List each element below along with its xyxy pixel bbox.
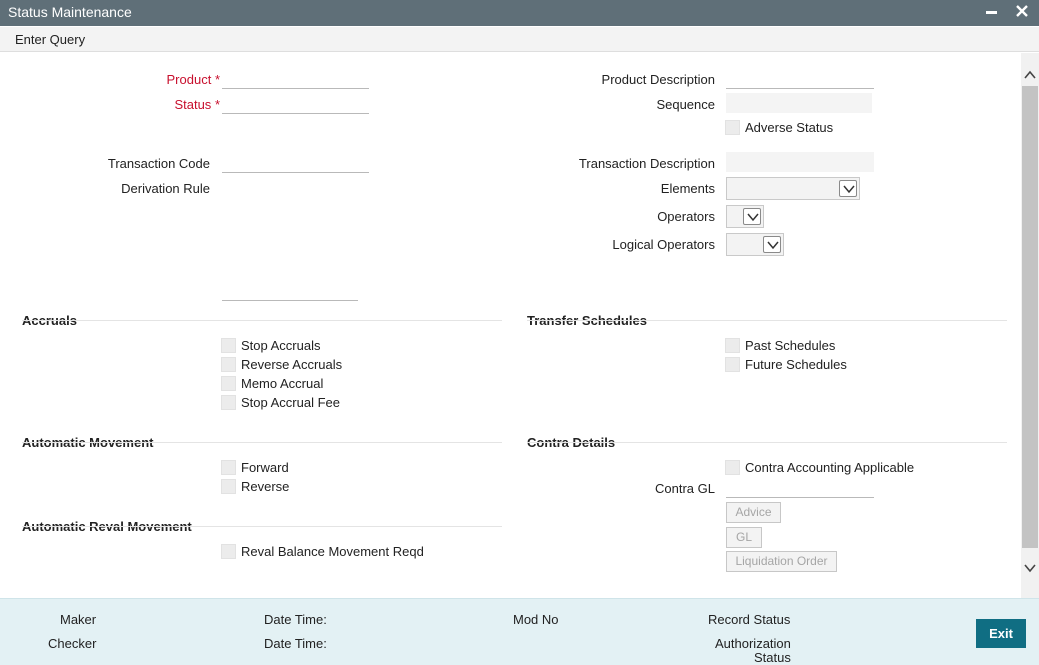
maker-label: Maker [60, 612, 97, 627]
reval-balance-movement-checkbox[interactable] [221, 544, 236, 559]
stop-accruals-label: Stop Accruals [241, 338, 321, 353]
stop-accruals-checkbox[interactable] [221, 338, 236, 353]
elements-label: Elements [660, 181, 715, 196]
vertical-scrollbar[interactable] [1021, 53, 1039, 598]
chevron-down-icon [763, 236, 781, 253]
operators-label: Operators [657, 209, 715, 224]
enter-query-menu-item[interactable]: Enter Query [15, 32, 85, 47]
reverse-checkbox[interactable] [221, 479, 236, 494]
scroll-down-icon[interactable] [1024, 561, 1036, 576]
scroll-up-icon[interactable] [1024, 67, 1036, 82]
contra-gl-input[interactable] [726, 480, 874, 498]
authorization-status-label-line2: Status [754, 650, 791, 665]
product-input[interactable] [222, 71, 369, 89]
transfer-schedules-divider [527, 320, 1007, 321]
contra-details-divider [527, 442, 1007, 443]
close-icon[interactable] [1015, 3, 1029, 24]
logical-operators-select[interactable] [726, 233, 784, 256]
minimize-icon[interactable] [986, 1, 998, 22]
window-titlebar: Status Maintenance [0, 0, 1039, 26]
checker-label: Checker [48, 636, 97, 651]
reval-balance-movement-label: Reval Balance Movement Reqd [241, 544, 424, 559]
reverse-accruals-label: Reverse Accruals [241, 357, 343, 372]
menu-bar: Enter Query [0, 27, 1039, 52]
transaction-code-input[interactable] [222, 155, 369, 173]
derivation-rule-label: Derivation Rule [121, 181, 210, 196]
adverse-status-label: Adverse Status [745, 120, 834, 135]
automatic-reval-movement-divider [22, 526, 502, 527]
chevron-down-icon [743, 208, 761, 225]
scrollbar-thumb[interactable] [1022, 86, 1038, 548]
operators-select[interactable] [726, 205, 764, 228]
forward-label: Forward [241, 460, 289, 475]
stop-accrual-fee-label: Stop Accrual Fee [241, 395, 340, 410]
forward-checkbox[interactable] [221, 460, 236, 475]
contra-accounting-label: Contra Accounting Applicable [745, 460, 915, 475]
memo-accrual-label: Memo Accrual [241, 376, 324, 391]
automatic-movement-divider [22, 442, 502, 443]
logical-operators-label: Logical Operators [612, 237, 715, 252]
chevron-down-icon [839, 180, 857, 197]
past-schedules-label: Past Schedules [745, 338, 836, 353]
elements-select[interactable] [726, 177, 860, 200]
exit-button[interactable]: Exit [976, 619, 1026, 648]
mod-no-label: Mod No [513, 612, 559, 627]
transaction-description-field [726, 152, 874, 172]
checker-date-time-label: Date Time: [264, 636, 327, 651]
contra-gl-label: Contra GL [655, 481, 715, 496]
liquidation-order-button[interactable]: Liquidation Order [726, 551, 837, 572]
future-schedules-checkbox[interactable] [725, 357, 740, 372]
reverse-accruals-checkbox[interactable] [221, 357, 236, 372]
future-schedules-label: Future Schedules [745, 357, 847, 372]
product-label: Product * [166, 72, 221, 87]
window-title: Status Maintenance [8, 4, 132, 20]
gl-button[interactable]: GL [726, 527, 762, 548]
reverse-label: Reverse [241, 479, 290, 494]
advice-button[interactable]: Advice [726, 502, 781, 523]
transaction-description-label: Transaction Description [578, 156, 715, 171]
adverse-status-checkbox[interactable] [725, 120, 740, 135]
accruals-divider [22, 320, 502, 321]
transaction-code-label: Transaction Code [107, 156, 210, 171]
stop-accrual-fee-checkbox[interactable] [221, 395, 236, 410]
form-body: Product * Status * Product Description S… [0, 53, 1022, 598]
product-description-field[interactable] [726, 71, 874, 89]
memo-accrual-checkbox[interactable] [221, 376, 236, 391]
contra-accounting-checkbox[interactable] [725, 460, 740, 475]
sequence-field [726, 93, 872, 113]
derivation-rule-input[interactable] [222, 283, 358, 301]
status-input[interactable] [222, 96, 369, 114]
authorization-status-label-line1: Authorization [715, 636, 791, 651]
past-schedules-checkbox[interactable] [725, 338, 740, 353]
maker-date-time-label: Date Time: [264, 612, 327, 627]
audit-footer: Maker Checker Date Time: Date Time: Mod … [0, 598, 1039, 665]
record-status-label: Record Status [708, 612, 791, 627]
sequence-label: Sequence [656, 97, 715, 112]
product-description-label: Product Description [601, 72, 715, 87]
status-label: Status * [174, 97, 220, 112]
